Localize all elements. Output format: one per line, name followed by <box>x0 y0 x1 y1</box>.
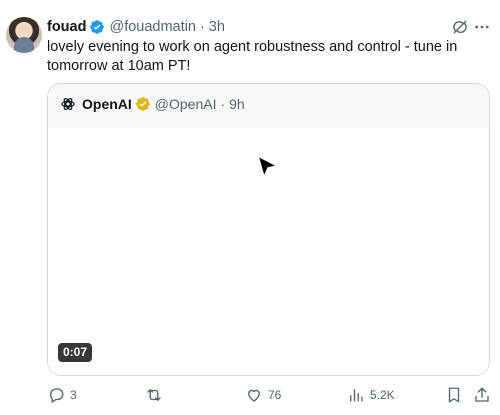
reply-icon <box>50 388 64 403</box>
bookmark-icon <box>448 387 460 403</box>
retweet-icon <box>147 389 161 401</box>
author-name[interactable]: fouad <box>47 19 86 35</box>
quoted-tweet[interactable]: OpenAI @OpenAI · 9h 0:07 <box>47 83 490 376</box>
tweet-header: fouad @fouadmatin · 3h <box>47 17 225 37</box>
quoted-author-handle[interactable]: @OpenAI <box>155 96 217 112</box>
video-player[interactable]: 0:07 <box>48 128 489 375</box>
video-duration-badge: 0:07 <box>58 343 93 362</box>
views-button[interactable]: 5.2K <box>347 384 395 406</box>
quoted-tweet-age[interactable]: 9h <box>229 96 245 112</box>
verified-badge-icon <box>90 20 105 34</box>
cursor-arrow-icon <box>257 155 278 178</box>
bookmark-button[interactable] <box>445 384 463 406</box>
like-count: 76 <box>268 388 282 402</box>
retweet-button[interactable] <box>145 384 168 406</box>
tweet-age[interactable]: 3h <box>209 19 225 35</box>
openai-logo-icon <box>61 98 75 110</box>
share-icon <box>475 387 489 402</box>
quoted-header: OpenAI @OpenAI · 9h <box>60 94 245 114</box>
share-button[interactable] <box>473 384 491 406</box>
heart-icon <box>248 389 260 402</box>
author-handle[interactable]: @fouadmatin <box>109 19 195 35</box>
gold-verified-badge-icon <box>135 97 150 111</box>
view-count: 5.2K <box>370 388 395 402</box>
views-chart-icon <box>350 389 363 402</box>
quoted-dot-separator: · <box>220 96 226 112</box>
quoted-author-name[interactable]: OpenAI <box>82 96 132 112</box>
more-options-icon[interactable] <box>473 18 491 36</box>
tweet-text: lovely evening to work on agent robustne… <box>47 39 458 74</box>
tweet[interactable]: fouad @fouadmatin · 3h lovely evening to… <box>0 0 500 415</box>
like-button[interactable]: 76 <box>245 384 281 406</box>
grok-slash-icon[interactable] <box>451 18 469 36</box>
reply-button[interactable]: 3 <box>47 384 77 406</box>
reply-count: 3 <box>70 388 77 402</box>
dot-separator: · <box>199 19 205 35</box>
avatar[interactable] <box>6 17 42 53</box>
action-bar: 3 76 5.2K <box>47 384 492 406</box>
